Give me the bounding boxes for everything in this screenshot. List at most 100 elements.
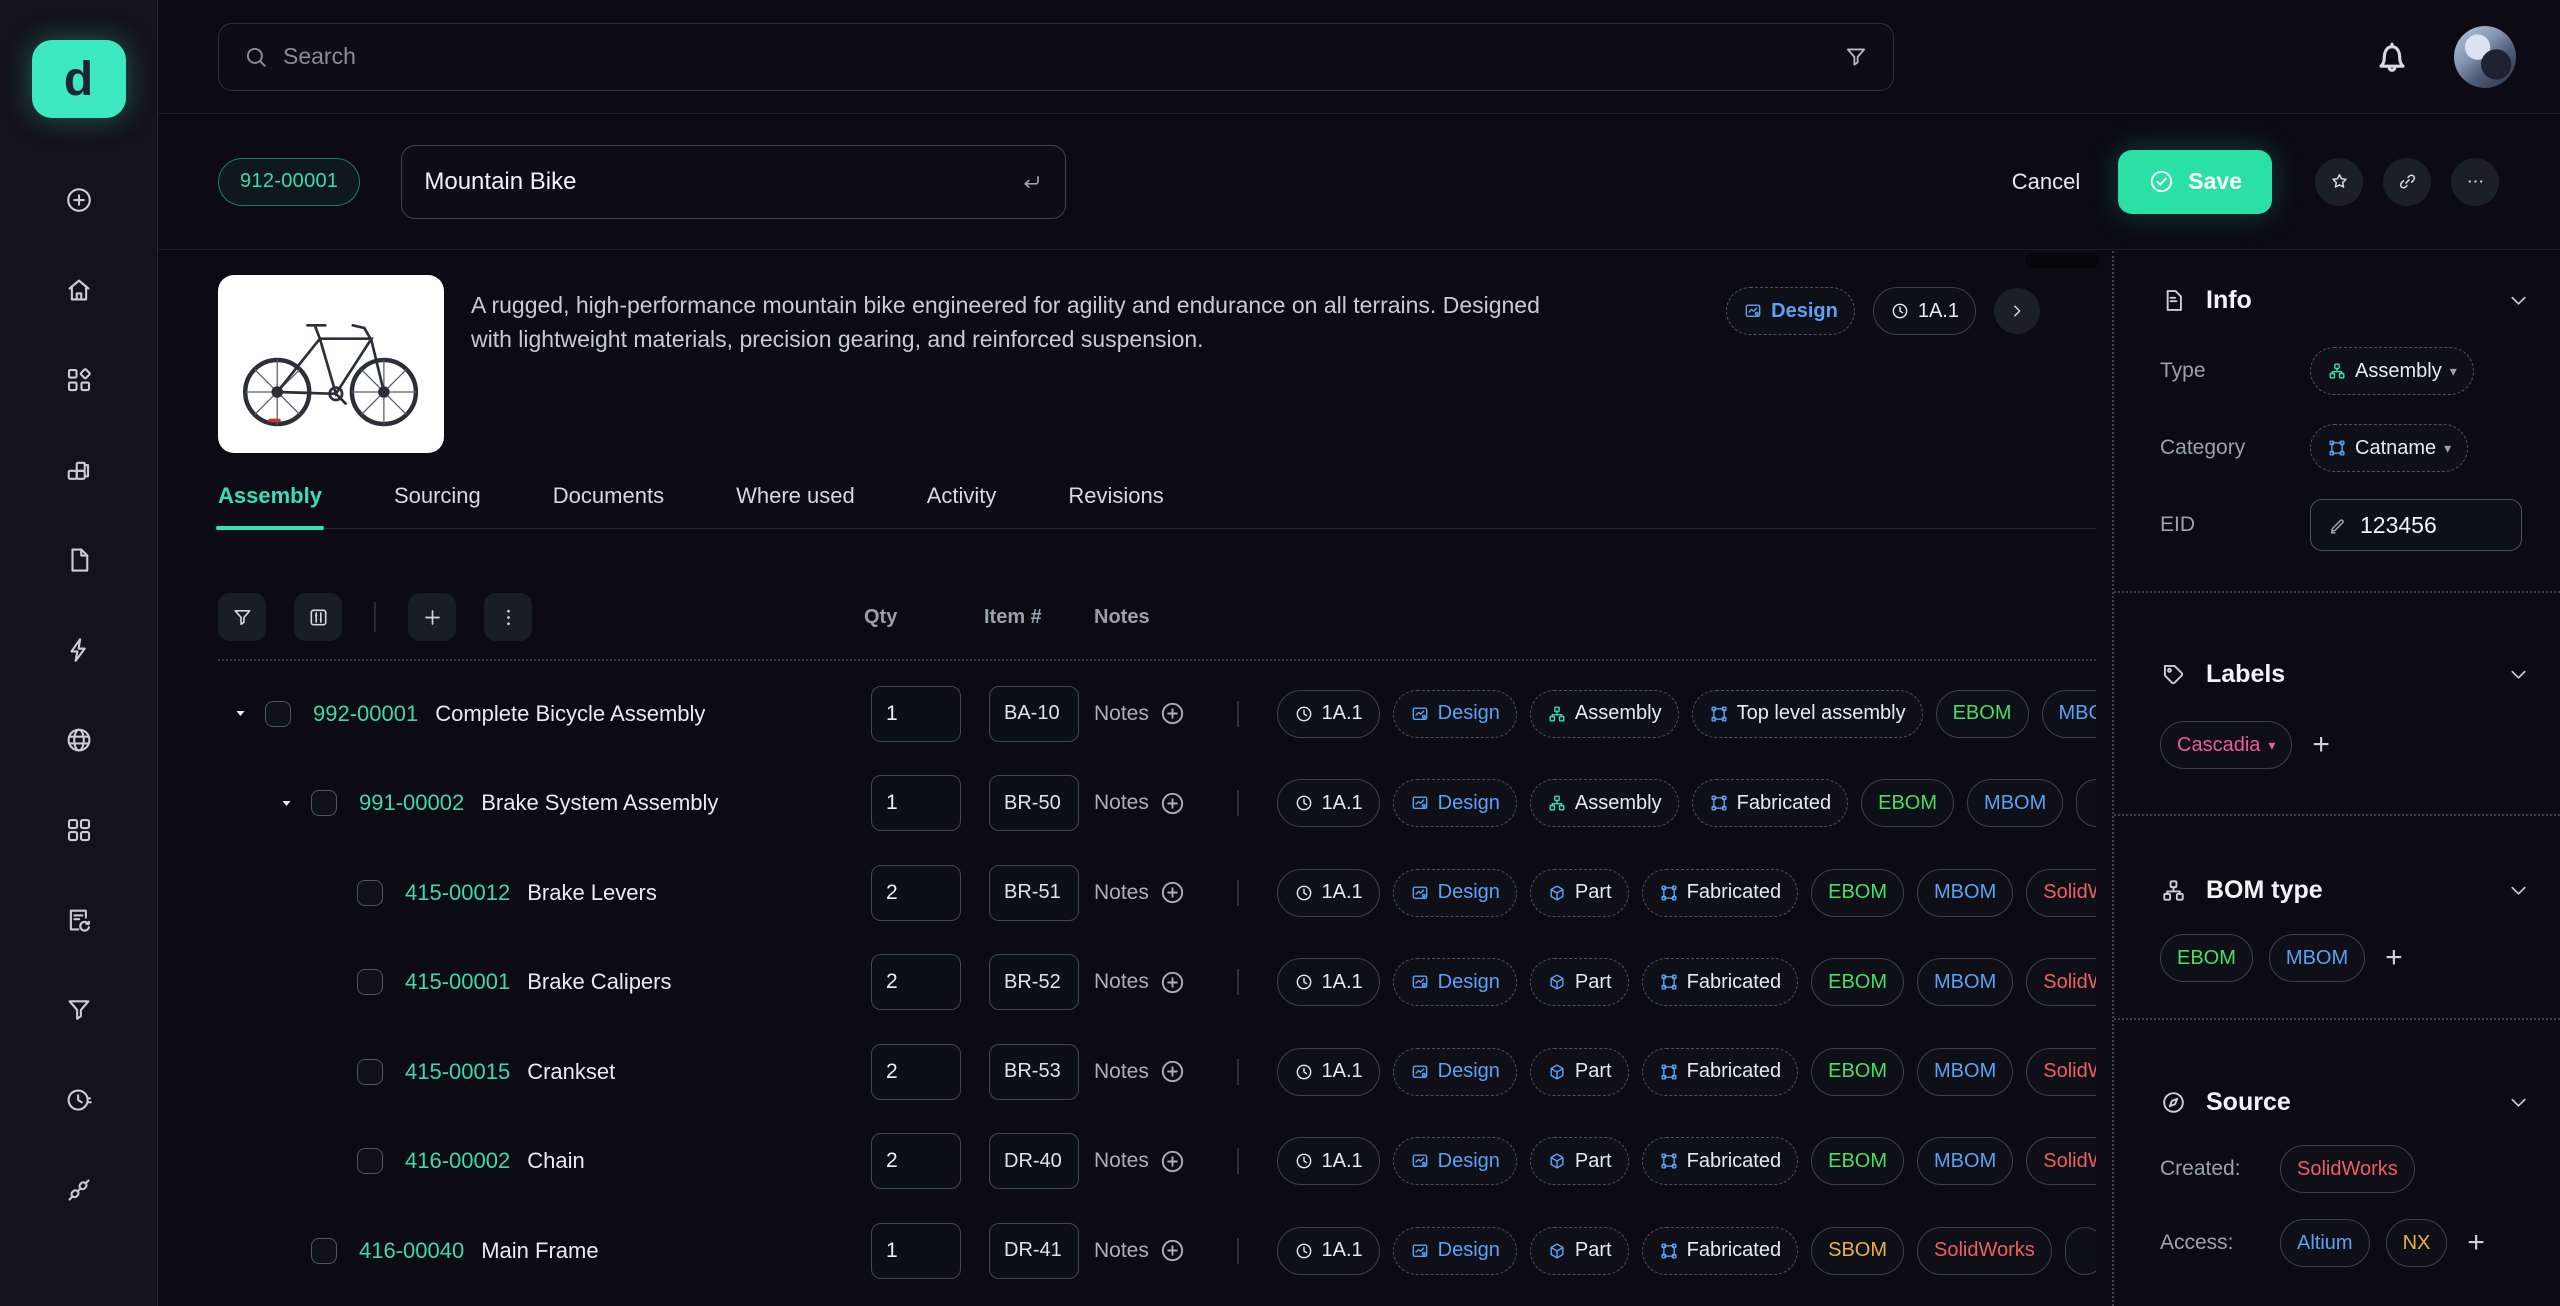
tab-revisions[interactable]: Revisions xyxy=(1068,483,1163,528)
collapse-bom-type-button[interactable] xyxy=(2507,879,2530,902)
tag-ebom[interactable]: EBOM xyxy=(2160,934,2253,982)
qty-input[interactable] xyxy=(871,1223,961,1279)
sidebar-item-web[interactable] xyxy=(47,708,111,772)
add-note-button[interactable] xyxy=(1159,700,1186,727)
tag-sbom[interactable]: SBOM xyxy=(1811,1227,1904,1275)
tag-solidworks[interactable]: SolidWorks xyxy=(2026,1048,2096,1096)
tag-altium[interactable]: Altium xyxy=(2280,1219,2370,1267)
tab-where-used[interactable]: Where used xyxy=(736,483,855,528)
tag-part[interactable]: Part xyxy=(1530,1137,1629,1185)
tag-mbom[interactable]: MBOM xyxy=(1917,1048,2013,1096)
tag-1a-1[interactable]: 1A.1 xyxy=(1277,1048,1380,1096)
tab-sourcing[interactable]: Sourcing xyxy=(394,483,481,528)
item-number-field[interactable]: BR-52 xyxy=(989,954,1079,1010)
add-note-button[interactable] xyxy=(1159,1237,1186,1264)
tag-design[interactable]: Design xyxy=(1393,690,1517,738)
tag-design[interactable]: Design xyxy=(1393,958,1517,1006)
tag-1a-1[interactable]: 1A.1 xyxy=(1277,958,1380,1006)
tab-documents[interactable]: Documents xyxy=(553,483,664,528)
sidebar-item-actions[interactable] xyxy=(47,618,111,682)
part-number-link[interactable]: 992-00001 xyxy=(313,701,418,727)
expand-badges-button[interactable] xyxy=(1994,288,2040,334)
copy-link-button[interactable] xyxy=(2383,158,2431,206)
sidebar-item-components[interactable] xyxy=(47,348,111,412)
add-row-button[interactable] xyxy=(408,593,456,641)
tag-mbom[interactable]: MBOM xyxy=(2269,934,2365,982)
add-label-button[interactable]: + xyxy=(2308,730,2334,760)
sidebar-item-apps[interactable] xyxy=(47,798,111,862)
tag-solidworks[interactable]: SolidWorks xyxy=(2026,1137,2096,1185)
type-select[interactable]: Assembly ▾ xyxy=(2310,347,2474,395)
user-avatar[interactable] xyxy=(2454,26,2516,88)
tag-fabricated[interactable]: Fabricated xyxy=(1692,779,1849,827)
tag-ebom[interactable]: EBOM xyxy=(1811,1137,1904,1185)
design-phase-badge[interactable]: Design xyxy=(1726,287,1855,335)
eid-field[interactable] xyxy=(2310,499,2522,551)
columns-settings-button[interactable] xyxy=(294,593,342,641)
tag-mbom[interactable]: MBOM xyxy=(1917,869,2013,917)
tag-pill[interactable] xyxy=(2065,1227,2096,1275)
tag-ebom[interactable]: EBOM xyxy=(1811,1048,1904,1096)
row-checkbox[interactable] xyxy=(357,880,383,906)
tag-solidworks[interactable]: SolidWorks xyxy=(2026,869,2096,917)
tag-1a-1[interactable]: 1A.1 xyxy=(1277,869,1380,917)
tag-solidworks[interactable]: SolidWorks xyxy=(2026,958,2096,1006)
row-checkbox[interactable] xyxy=(357,1059,383,1085)
row-checkbox[interactable] xyxy=(311,1238,337,1264)
search-filter-button[interactable] xyxy=(1843,44,1869,70)
row-expand-caret[interactable] xyxy=(279,796,294,811)
tag-assembly[interactable]: Assembly xyxy=(1530,779,1679,827)
add-note-button[interactable] xyxy=(1159,1148,1186,1175)
qty-input[interactable] xyxy=(871,1133,961,1189)
favorite-star-button[interactable] xyxy=(2315,158,2363,206)
tag-ebom[interactable]: EBOM xyxy=(1811,869,1904,917)
add-note-button[interactable] xyxy=(1159,879,1186,906)
row-checkbox[interactable] xyxy=(265,701,291,727)
item-number-field[interactable]: BR-51 xyxy=(989,865,1079,921)
filter-button[interactable] xyxy=(218,593,266,641)
tag-design[interactable]: Design xyxy=(1393,1048,1517,1096)
tag-mbom[interactable]: MBOM xyxy=(2042,690,2097,738)
tag-solidworks[interactable]: SolidWorks xyxy=(2280,1145,2415,1193)
tag-1a-1[interactable]: 1A.1 xyxy=(1277,779,1380,827)
tag-assembly[interactable]: Assembly xyxy=(1530,690,1679,738)
tag-mbom[interactable]: MBOM xyxy=(1917,958,2013,1006)
tag-part[interactable]: Part xyxy=(1530,958,1629,1006)
item-number-field[interactable]: BR-53 xyxy=(989,1044,1079,1100)
collapse-source-button[interactable] xyxy=(2507,1091,2530,1114)
tag-1a-1[interactable]: 1A.1 xyxy=(1277,1227,1380,1275)
revision-badge[interactable]: 1A.1 xyxy=(1873,287,1976,335)
tag-fabricated[interactable]: Fabricated xyxy=(1642,1227,1799,1275)
more-options-button[interactable] xyxy=(2451,158,2499,206)
row-checkbox[interactable] xyxy=(357,969,383,995)
row-checkbox[interactable] xyxy=(357,1148,383,1174)
tag-pill[interactable] xyxy=(2076,779,2096,827)
search-input[interactable] xyxy=(283,43,1829,70)
sidebar-item-history[interactable] xyxy=(47,1068,111,1132)
tag-design[interactable]: Design xyxy=(1393,1227,1517,1275)
title-field[interactable] xyxy=(401,145,1066,219)
tag-mbom[interactable]: MBOM xyxy=(1917,1137,2013,1185)
add-access-button[interactable]: + xyxy=(2463,1228,2489,1258)
qty-input[interactable] xyxy=(871,686,961,742)
search-box[interactable] xyxy=(218,23,1894,91)
tag-fabricated[interactable]: Fabricated xyxy=(1642,1137,1799,1185)
tag-part[interactable]: Part xyxy=(1530,1048,1629,1096)
collapse-labels-button[interactable] xyxy=(2507,663,2530,686)
part-number-link[interactable]: 991-00002 xyxy=(359,790,464,816)
tag-ebom[interactable]: EBOM xyxy=(1936,690,2029,738)
item-number-field[interactable]: DR-41 xyxy=(989,1223,1079,1279)
sidebar-item-integrations[interactable] xyxy=(47,1158,111,1222)
tag-1a-1[interactable]: 1A.1 xyxy=(1277,690,1380,738)
sidebar-item-create[interactable] xyxy=(47,168,111,232)
save-button[interactable]: Save xyxy=(2118,150,2272,214)
sidebar-item-assemblies[interactable] xyxy=(47,438,111,502)
qty-input[interactable] xyxy=(871,775,961,831)
tag-ebom[interactable]: EBOM xyxy=(1811,958,1904,1006)
tab-activity[interactable]: Activity xyxy=(927,483,997,528)
part-number-link[interactable]: 416-00040 xyxy=(359,1238,464,1264)
qty-input[interactable] xyxy=(871,954,961,1010)
item-number-field[interactable]: DR-40 xyxy=(989,1133,1079,1189)
tag-design[interactable]: Design xyxy=(1393,1137,1517,1185)
notifications-bell-icon[interactable] xyxy=(2370,35,2414,79)
